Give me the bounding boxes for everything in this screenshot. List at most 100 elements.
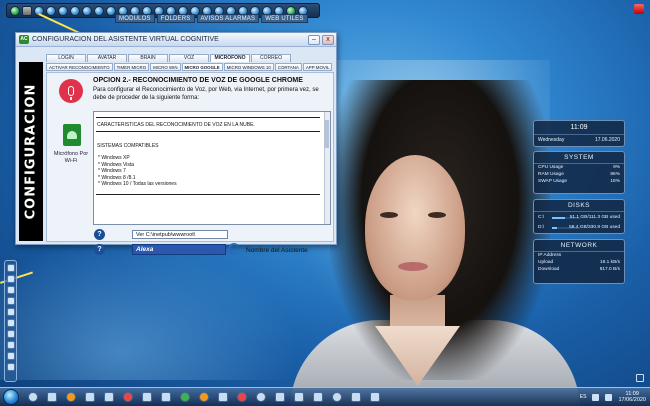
menu-modulos[interactable]: MODULOS [115,14,155,23]
language-indicator[interactable]: ES [580,394,587,400]
config-banner-text: CONFIGURACION [23,83,39,220]
main-tabs: LOGIN AVATAR BRAIN VOZ MICROFONO CORREO [46,54,291,62]
systems-heading: SISTEMAS COMPATIBLES [97,143,159,149]
microphone-icon[interactable] [59,79,83,103]
config-window: AC CONFIGURACION DEL ASISTENTE VIRTUAL C… [15,32,337,255]
app-icon[interactable] [161,392,171,402]
help-icon[interactable]: ? [94,229,105,240]
app-icon[interactable] [104,392,114,402]
help-icon[interactable]: ? [94,244,105,255]
desktop-corner-icon[interactable] [636,374,644,382]
features-textbox[interactable]: CARACTERISTICAS DEL RECONOCIMIENTO DE VO… [93,111,331,225]
side-dock [4,260,17,382]
tab-voz[interactable]: VOZ [169,54,209,62]
tab-app-movil[interactable]: APP MOVIL [302,63,333,71]
app-icon[interactable] [332,392,342,402]
app-shortcut-icon[interactable] [634,4,644,14]
camera-icon[interactable] [82,5,92,16]
dock-check-icon[interactable] [6,330,15,338]
chrome-icon[interactable] [256,392,266,402]
tab-login[interactable]: LOGIN [46,54,86,62]
system-gadget: SYSTEM CPU Usage 9% RAM Usage 86% SWAP Usa… [533,151,625,194]
tab-micro-google[interactable]: MICRO GOOGLE [181,63,223,71]
app-icon[interactable] [85,392,95,402]
app-icon[interactable] [313,392,323,402]
user-photo-icon[interactable] [22,5,32,16]
tab-cortana[interactable]: CORTANA [274,63,302,71]
tools-icon[interactable] [46,5,56,16]
cpu-value: 9% [613,165,620,170]
network-gadget: NETWORK IP Address Upload 19.1 kB/s Downl… [533,239,625,284]
clock-day: Wednesday [538,137,565,143]
dock-close-icon[interactable] [6,308,15,316]
wifi-mic-label: Micrófono Por Wi-Fi [53,151,89,164]
dock-info-icon[interactable] [6,352,15,360]
disk-c-bar [552,217,565,219]
tray-clock[interactable]: 11:09 17/06/2020 [618,391,646,403]
window-titlebar[interactable]: AC CONFIGURACION DEL ASISTENTE VIRTUAL C… [16,33,336,47]
app-icon[interactable] [218,392,228,402]
taskbar: ES 11:09 17/06/2020 [0,387,650,406]
firefox-icon[interactable] [199,392,209,402]
power-icon[interactable] [10,5,20,16]
menu-folders[interactable]: FOLDERS [156,14,195,23]
menu-web-utiles[interactable]: WEB UTILES [261,14,308,23]
tray-date: 17/06/2020 [618,397,646,403]
ie-icon[interactable] [28,392,38,402]
system-tray: ES 11:09 17/06/2020 [580,391,646,403]
app-icon[interactable] [142,392,152,402]
minimize-button[interactable]: – [308,34,320,45]
dock-chat-icon[interactable] [6,319,15,327]
option-description: Para configurar el Reconocimiento de Voz… [93,87,319,101]
avatar-left-eye [380,212,398,218]
dock-star-icon[interactable] [6,297,15,305]
tray-network-icon[interactable] [592,393,600,401]
avatar-face [365,155,465,300]
app-icon[interactable] [237,392,247,402]
tab-avatar[interactable]: AVATAR [87,54,127,62]
app-icon[interactable] [275,392,285,402]
menu-avisos-alarmas[interactable]: AVISOS ALARMAS [196,14,260,23]
dock-arrow-icon[interactable] [6,275,15,283]
dock-back-icon[interactable] [6,341,15,349]
tab-correo[interactable]: CORREO [251,54,291,62]
tab-timer-micro[interactable]: TIMER MICRO [113,63,150,71]
app-icon[interactable] [294,392,304,402]
android-icon[interactable] [63,124,81,146]
dock-settings-icon[interactable] [6,286,15,294]
tab-brain[interactable]: BRAIN [128,54,168,62]
disk-d-label: D:\ [538,225,545,230]
scrollbar-thumb[interactable] [325,120,329,148]
grid-icon[interactable] [58,5,68,16]
app-icon[interactable] [370,392,380,402]
info-icon[interactable] [70,5,80,16]
scrollbar[interactable] [324,112,330,224]
start-button[interactable] [3,389,19,405]
tab-micro-windows-10[interactable]: MICRO WINDOWS 10 [223,63,274,71]
ram-label: RAM Usage [538,172,564,177]
tab-microfono[interactable]: MICROFONO [210,54,250,62]
tray-volume-icon[interactable] [605,393,613,401]
path-field[interactable]: Ver C:\inetpub\wwwroot\ [132,230,228,239]
whatsapp-icon[interactable] [180,392,190,402]
assistant-name-label: Nombre del Asistente [246,247,308,254]
app-icon[interactable] [351,392,361,402]
user-icon[interactable] [94,5,104,16]
option-title: OPCION 2.- RECONOCIMIENTO DE VOZ DE GOOG… [93,77,303,84]
assistant-name-input[interactable]: Alexa [132,244,226,255]
opera-icon[interactable] [123,392,133,402]
network-title: NETWORK [534,240,624,252]
tab-activar-reconocimiento[interactable]: ACTIVAR RECONOCIMIENTO [46,63,113,71]
refresh-icon[interactable] [228,243,240,255]
tab-micro-win[interactable]: MICRO WIN [150,63,181,71]
dock-home-icon[interactable] [6,264,15,272]
explorer-icon[interactable] [47,392,57,402]
disks-title: DISKS [534,200,624,212]
download-value: 817.0 B/s [599,267,620,272]
dock-mail-icon[interactable] [6,363,15,371]
media-player-icon[interactable] [66,392,76,402]
app-logo-icon: AC [19,35,29,44]
close-button[interactable]: x [322,34,334,45]
system-title: SYSTEM [534,152,624,164]
top-menu: MODULOS FOLDERS AVISOS ALARMAS WEB UTILE… [115,14,308,23]
